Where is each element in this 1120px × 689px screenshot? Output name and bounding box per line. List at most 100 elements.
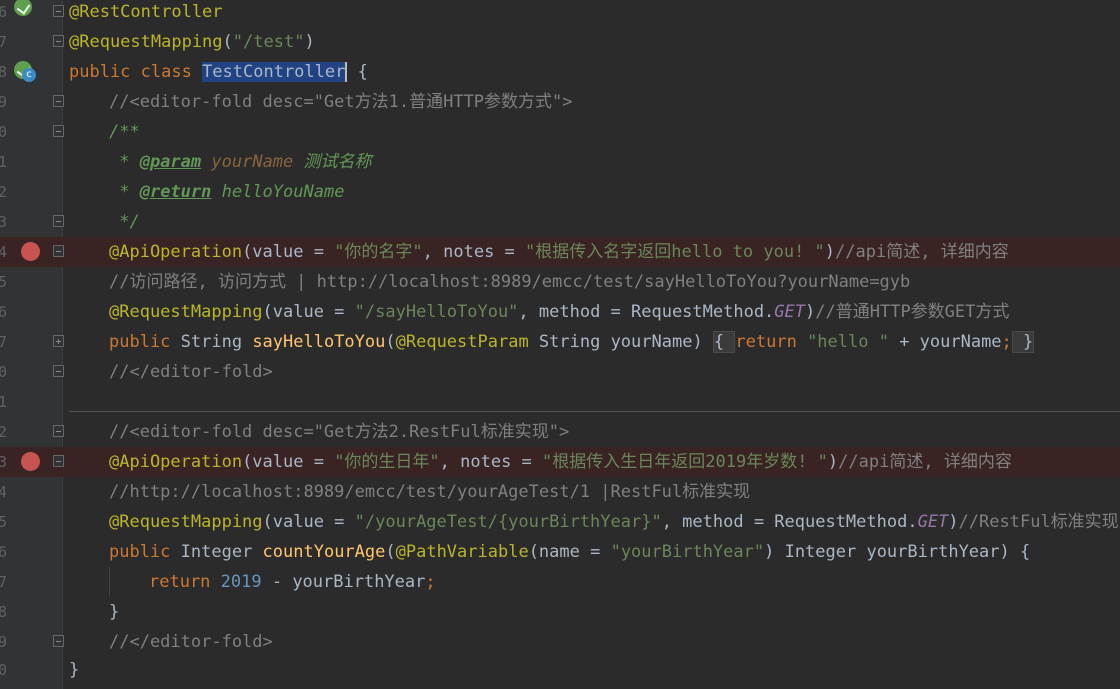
doc-comment: * <box>109 152 140 172</box>
code-line[interactable]: 7 public String sayHelloToYou(@RequestPa… <box>0 327 1120 357</box>
code-line[interactable]: 0 } <box>0 655 1120 685</box>
code-line[interactable]: 5 //访问路径, 访问方式 | http://localhost:8989/e… <box>0 267 1120 297</box>
code-line[interactable]: 1 * @param yourName 测试名称 <box>0 147 1120 177</box>
annotation: @RequestMapping <box>109 302 263 322</box>
code-text: ) <box>948 512 959 532</box>
code-line[interactable]: 7 @RequestMapping("/test") <box>0 27 1120 57</box>
fold-marker[interactable] <box>53 215 64 227</box>
code-text: } <box>109 602 120 622</box>
string-literal: "你的名字" <box>334 242 423 262</box>
line-number: 3 <box>0 453 8 471</box>
doc-comment: * <box>109 182 140 202</box>
annotation: @RestController <box>69 2 223 22</box>
breakpoint-icon[interactable] <box>21 242 40 261</box>
selected-class-name[interactable]: TestController <box>202 62 348 82</box>
comment: //普通HTTP参数GET方式 <box>815 302 1010 322</box>
fold-marker[interactable] <box>53 365 64 377</box>
folded-region[interactable]: } <box>1011 331 1035 353</box>
line-number: 5 <box>0 273 8 291</box>
string-literal: "你的生日年" <box>334 452 440 472</box>
line-number: 7 <box>0 333 8 351</box>
doc-comment: 测试名称 <box>293 152 372 172</box>
line-number: 8 <box>0 63 8 81</box>
annotation: @PathVariable <box>395 542 529 562</box>
indent-guide <box>109 567 110 597</box>
code-text: ) <box>824 242 836 262</box>
fold-marker[interactable] <box>53 455 64 467</box>
code-text: ( <box>385 332 396 352</box>
comment: //http://localhost:8989/emcc/test/yourAg… <box>109 482 751 502</box>
line-number: 6 <box>0 3 8 21</box>
line-number: 6 <box>0 303 8 321</box>
fold-marker[interactable] <box>53 5 64 17</box>
doc-tag: @param <box>139 152 202 172</box>
string-literal: "根据传入名字返回hello to you! " <box>525 242 825 262</box>
code-text: } <box>69 660 80 680</box>
comment: //</editor-fold> <box>109 632 273 652</box>
method-separator <box>69 411 1120 412</box>
fold-marker[interactable] <box>53 35 64 47</box>
code-text: ) <box>805 302 816 322</box>
code-line[interactable]: 0 /** <box>0 117 1120 147</box>
code-text: , notes = <box>422 242 526 262</box>
keyword: public class <box>69 62 203 82</box>
keyword: public <box>109 332 181 352</box>
code-text: ; <box>425 572 436 592</box>
code-text: ( <box>222 32 233 52</box>
code-text: , method = RequestMethod. <box>661 512 918 532</box>
code-line[interactable]: 6 @RestController <box>0 0 1120 27</box>
doc-comment: /** <box>109 122 140 142</box>
fold-marker[interactable] <box>53 245 64 257</box>
fold-marker[interactable] <box>53 635 64 647</box>
line-number: 4 <box>0 483 8 501</box>
folded-region[interactable]: { <box>712 331 736 353</box>
line-number: 1 <box>0 393 8 411</box>
code-editor[interactable]: 6 @RestController 7 @RequestMapping("/te… <box>0 0 1120 689</box>
code-line[interactable]: 7 return 2019 - yourBirthYear; <box>0 567 1120 597</box>
line-number: 8 <box>0 603 8 621</box>
code-line[interactable]: 8 c public class TestController { <box>0 57 1120 87</box>
code-line[interactable]: 2 * @return helloYouName <box>0 177 1120 207</box>
comment: //</editor-fold> <box>109 362 273 382</box>
code-line[interactable]: 1 <box>0 387 1120 417</box>
expand-fold-marker[interactable] <box>53 335 64 347</box>
code-line[interactable]: 9 //<editor-fold desc="Get方法1.普通HTTP参数方式… <box>0 87 1120 117</box>
code-text: + yourName <box>888 332 1002 352</box>
code-line[interactable]: 8 } <box>0 597 1120 627</box>
code-line[interactable]: 3 */ <box>0 207 1120 237</box>
class-icon: c <box>22 68 36 82</box>
code-line[interactable]: 4 @ApiOperation(value = "你的名字", notes = … <box>0 237 1120 267</box>
code-text: Integer <box>180 542 263 562</box>
fold-marker[interactable] <box>53 125 64 137</box>
line-number: 2 <box>0 183 8 201</box>
string-literal: "hello " <box>807 332 889 352</box>
annotation: @RequestMapping <box>109 512 263 532</box>
code-line[interactable]: 4 //http://localhost:8989/emcc/test/your… <box>0 477 1120 507</box>
code-text: (value = <box>242 452 335 472</box>
line-number: 0 <box>0 661 8 679</box>
line-number: 6 <box>0 543 8 561</box>
code-line[interactable]: 6 public Integer countYourAge(@PathVaria… <box>0 537 1120 567</box>
code-text: ) <box>304 32 315 52</box>
code-line[interactable]: 6 @RequestMapping(value = "/sayHelloToYo… <box>0 297 1120 327</box>
line-number: 3 <box>0 213 8 231</box>
code-line[interactable]: 2 //<editor-fold desc="Get方法2.RestFul标准实… <box>0 417 1120 447</box>
code-line[interactable]: 0 //</editor-fold> <box>0 357 1120 387</box>
code-line[interactable]: 9 //</editor-fold> <box>0 627 1120 657</box>
doc-comment: helloYouName <box>211 182 345 202</box>
doc-param: yourName <box>211 152 294 172</box>
breakpoint-icon[interactable] <box>21 452 40 471</box>
code-line[interactable]: 3 @ApiOperation(value = "你的生日年", notes =… <box>0 447 1120 477</box>
line-number: 0 <box>0 363 8 381</box>
annotation: @RequestParam <box>395 332 529 352</box>
code-text: ) <box>827 452 839 472</box>
fold-marker[interactable] <box>53 95 64 107</box>
keyword: return <box>735 332 808 352</box>
comment: //<editor-fold desc="Get方法2.RestFul标准实现"… <box>109 422 570 442</box>
spring-bean-icon[interactable] <box>14 0 32 16</box>
fold-marker[interactable] <box>53 425 64 437</box>
keyword: public <box>109 542 181 562</box>
code-line[interactable]: 5 @RequestMapping(value = "/yourAgeTest/… <box>0 507 1120 537</box>
line-number: 0 <box>0 123 8 141</box>
